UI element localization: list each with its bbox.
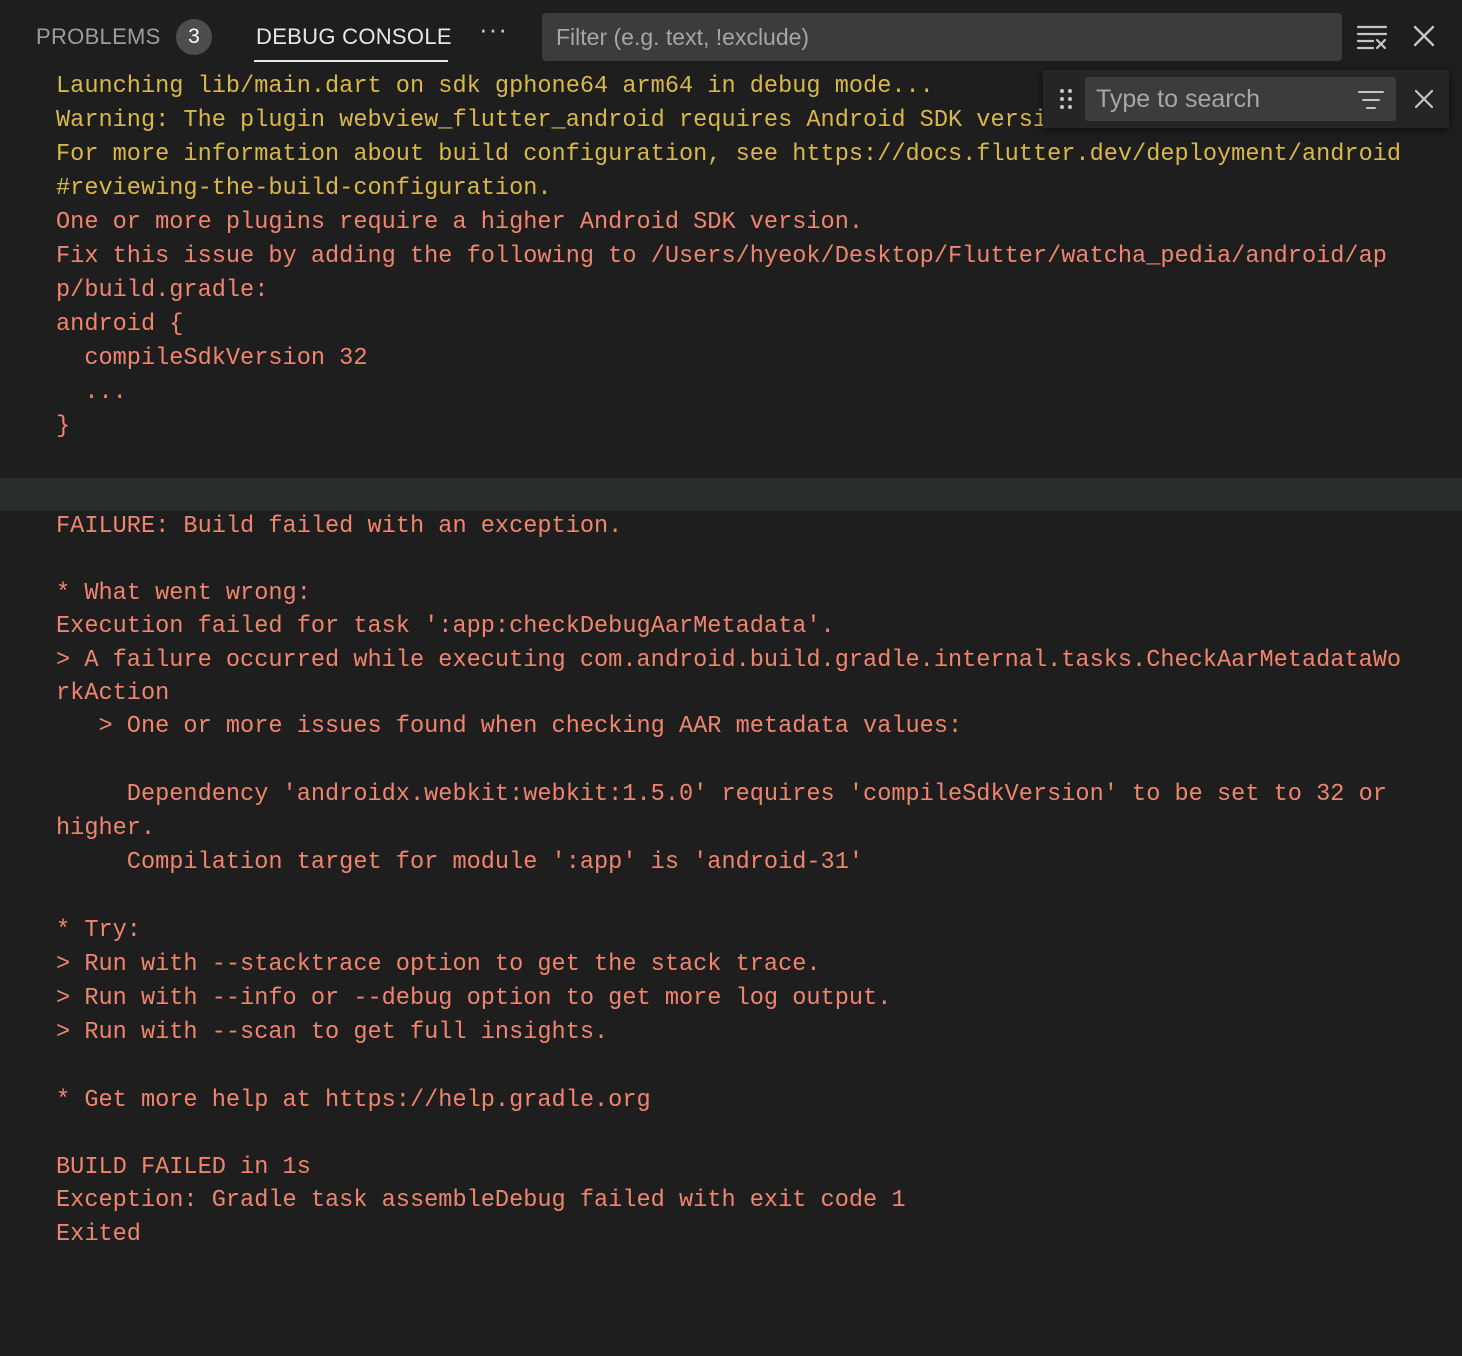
find-input[interactable] (1096, 77, 1346, 121)
console-line: Exception: Gradle task assembleDebug fai… (56, 1187, 906, 1214)
problems-count-badge: 3 (176, 19, 212, 55)
console-line: For more information about build configu… (56, 141, 1402, 168)
console-line: Dependency 'androidx.webkit:webkit:1.5.0… (56, 781, 1387, 808)
debug-console-output: Launching lib/main.dart on sdk gphone64 … (0, 70, 1462, 1356)
console-line: } (56, 413, 71, 440)
tab-debug-console[interactable]: DEBUG CONSOLE (256, 22, 452, 52)
grip-icon[interactable] (1058, 87, 1074, 111)
output-group-separator (0, 478, 1462, 511)
console-line: Fix this issue by adding the following t… (56, 243, 1387, 270)
console-line: > Run with --info or --debug option to g… (56, 985, 892, 1012)
filter-input[interactable] (556, 13, 1326, 61)
filter-icon[interactable] (1358, 88, 1384, 112)
console-line: BUILD FAILED in 1s (56, 1154, 311, 1181)
panel-header: PROBLEMS 3 DEBUG CONSOLE ··· (0, 0, 1462, 74)
console-line: Execution failed for task ':app:checkDeb… (56, 613, 835, 640)
console-line: android { (56, 311, 184, 338)
console-line: * What went wrong: (56, 580, 311, 607)
console-line: > Run with --stacktrace option to get th… (56, 951, 821, 978)
find-widget (1043, 70, 1449, 128)
close-icon[interactable] (1413, 88, 1435, 110)
console-line: compileSdkVersion 32 (56, 345, 368, 372)
close-icon[interactable] (1412, 24, 1436, 48)
console-line: > One or more issues found when checking… (56, 713, 963, 740)
console-line: #reviewing-the-build-configuration. (56, 175, 552, 202)
console-line: * Try: (56, 917, 141, 944)
console-line: Exited (56, 1221, 141, 1248)
console-line: Warning: The plugin webview_flutter_andr… (56, 107, 1133, 134)
console-line: FAILURE: Build failed with an exception. (56, 513, 623, 540)
tab-problems[interactable]: PROBLEMS (36, 22, 161, 52)
console-line: rkAction (56, 680, 170, 707)
find-input-box (1085, 77, 1396, 121)
console-line: Compilation target for module ':app' is … (56, 849, 864, 876)
console-line: p/build.gradle: (56, 277, 269, 304)
clear-all-icon[interactable] (1356, 24, 1388, 50)
console-line: ... (56, 379, 127, 406)
filter-box (542, 13, 1342, 61)
console-line: Launching lib/main.dart on sdk gphone64 … (56, 73, 934, 100)
console-line: > A failure occurred while executing com… (56, 647, 1402, 674)
console-line: higher. (56, 815, 156, 842)
console-line: * Get more help at https://help.gradle.o… (56, 1087, 651, 1114)
console-line: One or more plugins require a higher And… (56, 209, 864, 236)
console-line: > Run with --scan to get full insights. (56, 1019, 609, 1046)
more-actions-button[interactable]: ··· (479, 14, 508, 45)
active-tab-indicator (254, 60, 448, 62)
